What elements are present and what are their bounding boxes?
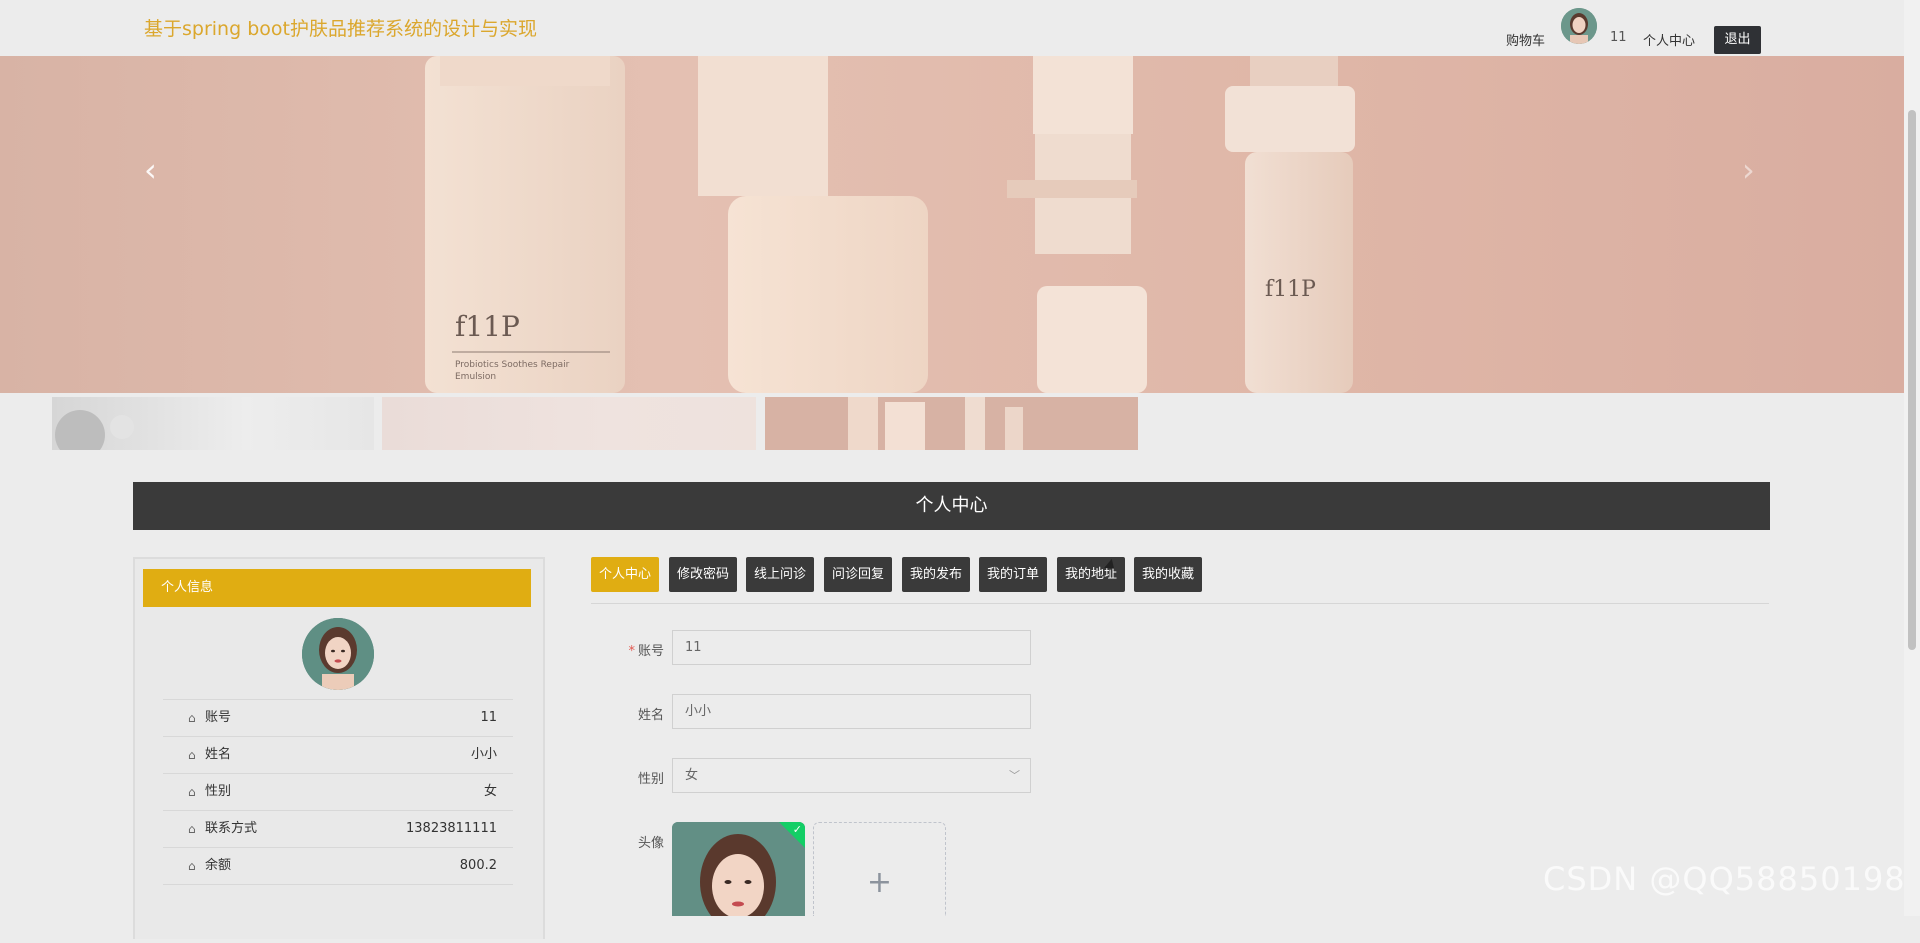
profile-row-gender: ⌂ 性别 女 <box>163 773 513 810</box>
account-label: * 账号 <box>584 640 664 659</box>
home-icon: ⌂ <box>188 822 196 836</box>
carousel-thumbnail-2[interactable] <box>382 397 756 450</box>
nav-cart-link[interactable]: 购物车 <box>1506 30 1545 49</box>
tab-consult-reply[interactable]: 问诊回复 <box>824 557 892 592</box>
profile-info-panel: 个人信息 ⌂ 账号 11 ⌂ 姓名 小小 ⌂ 性别 女 ⌂ 联系方式 13823… <box>133 557 545 939</box>
profile-row-balance: ⌂ 余额 800.2 <box>163 847 513 885</box>
carousel-prev-button[interactable]: ‹ <box>144 154 157 186</box>
avatar-upload-button[interactable]: + <box>813 822 946 916</box>
profile-row-value: 小小 <box>470 747 497 762</box>
avatar-label: 头像 <box>637 836 664 851</box>
tab-my-favorites[interactable]: 我的收藏 <box>1134 557 1202 592</box>
svg-text:Probiotics Soothes Repair: Probiotics Soothes Repair <box>455 360 570 370</box>
profile-row-value: 13823811111 <box>406 821 497 836</box>
home-icon: ⌂ <box>188 859 196 873</box>
profile-row-value: 800.2 <box>459 858 497 873</box>
home-icon: ⌂ <box>188 711 196 725</box>
home-icon: ⌂ <box>188 785 196 799</box>
chevron-down-icon: ﹀ <box>1009 769 1020 782</box>
carousel-thumbnail-3[interactable] <box>765 397 1138 450</box>
nav-username: 11 <box>1610 30 1627 45</box>
gender-select-value: 女 <box>685 768 699 783</box>
tab-change-password[interactable]: 修改密码 <box>669 557 737 592</box>
home-icon: ⌂ <box>188 748 196 762</box>
user-center-tabs: 个人中心 修改密码 线上问诊 问诊回复 我的发布 我的订单 我的地址 我的收藏 <box>591 557 1769 604</box>
account-label-text: 账号 <box>637 644 664 659</box>
nav-user-center-link[interactable]: 个人中心 <box>1643 30 1695 49</box>
banner-carousel[interactable]: f11P Probiotics Soothes Repair Emulsion … <box>0 56 1904 393</box>
tab-online-consult[interactable]: 线上问诊 <box>746 557 814 592</box>
name-label: 姓名 <box>637 708 664 723</box>
tab-my-posts[interactable]: 我的发布 <box>902 557 970 592</box>
svg-text:f11P: f11P <box>455 310 520 343</box>
profile-avatar <box>302 618 374 690</box>
profile-row-label: 联系方式 <box>205 821 258 836</box>
profile-row-phone: ⌂ 联系方式 13823811111 <box>163 810 513 847</box>
avatar-upload-preview[interactable]: ✓ <box>672 822 805 916</box>
carousel-next-button[interactable]: › <box>1742 154 1755 186</box>
name-input[interactable]: 小小 <box>672 694 1031 729</box>
profile-row-label: 余额 <box>205 858 232 873</box>
profile-row-account: ⌂ 账号 11 <box>163 699 513 736</box>
profile-info-heading: 个人信息 <box>143 569 531 607</box>
site-title[interactable]: 基于spring boot护肤品推荐系统的设计与实现 <box>144 14 537 41</box>
scrollbar-thumb[interactable] <box>1908 110 1916 650</box>
profile-row-label: 姓名 <box>205 747 232 762</box>
account-input[interactable]: 11 <box>672 630 1031 665</box>
gender-label: 性别 <box>637 772 664 787</box>
tab-my-orders[interactable]: 我的订单 <box>979 557 1047 592</box>
banner-image: f11P Probiotics Soothes Repair Emulsion … <box>425 56 1355 393</box>
profile-row-value: 女 <box>483 784 497 799</box>
check-icon: ✓ <box>792 823 802 836</box>
carousel-thumbnails <box>0 393 1904 460</box>
required-mark: * <box>628 644 635 659</box>
carousel-thumbnail-1[interactable] <box>52 397 374 460</box>
user-avatar[interactable] <box>1561 8 1597 44</box>
profile-row-label: 账号 <box>205 710 232 725</box>
tab-user-center[interactable]: 个人中心 <box>591 557 659 592</box>
watermark-text: CSDN @QQ58850198 <box>1543 860 1906 898</box>
profile-info-list: ⌂ 账号 11 ⌂ 姓名 小小 ⌂ 性别 女 ⌂ 联系方式 1382381111… <box>163 699 513 885</box>
top-navbar: 基于spring boot护肤品推荐系统的设计与实现 购物车 11 个人中心 退… <box>0 0 1904 56</box>
profile-row-label: 性别 <box>205 784 232 799</box>
svg-text:f11P: f11P <box>1265 277 1316 302</box>
profile-row-name: ⌂ 姓名 小小 <box>163 736 513 773</box>
svg-text:Emulsion: Emulsion <box>455 372 496 382</box>
profile-row-value: 11 <box>480 710 497 725</box>
logout-button[interactable]: 退出 <box>1714 26 1761 54</box>
page-title-bar: 个人中心 <box>133 482 1770 530</box>
page-scrollbar[interactable] <box>1904 0 1920 916</box>
gender-select[interactable]: 女 ﹀ <box>672 758 1031 793</box>
